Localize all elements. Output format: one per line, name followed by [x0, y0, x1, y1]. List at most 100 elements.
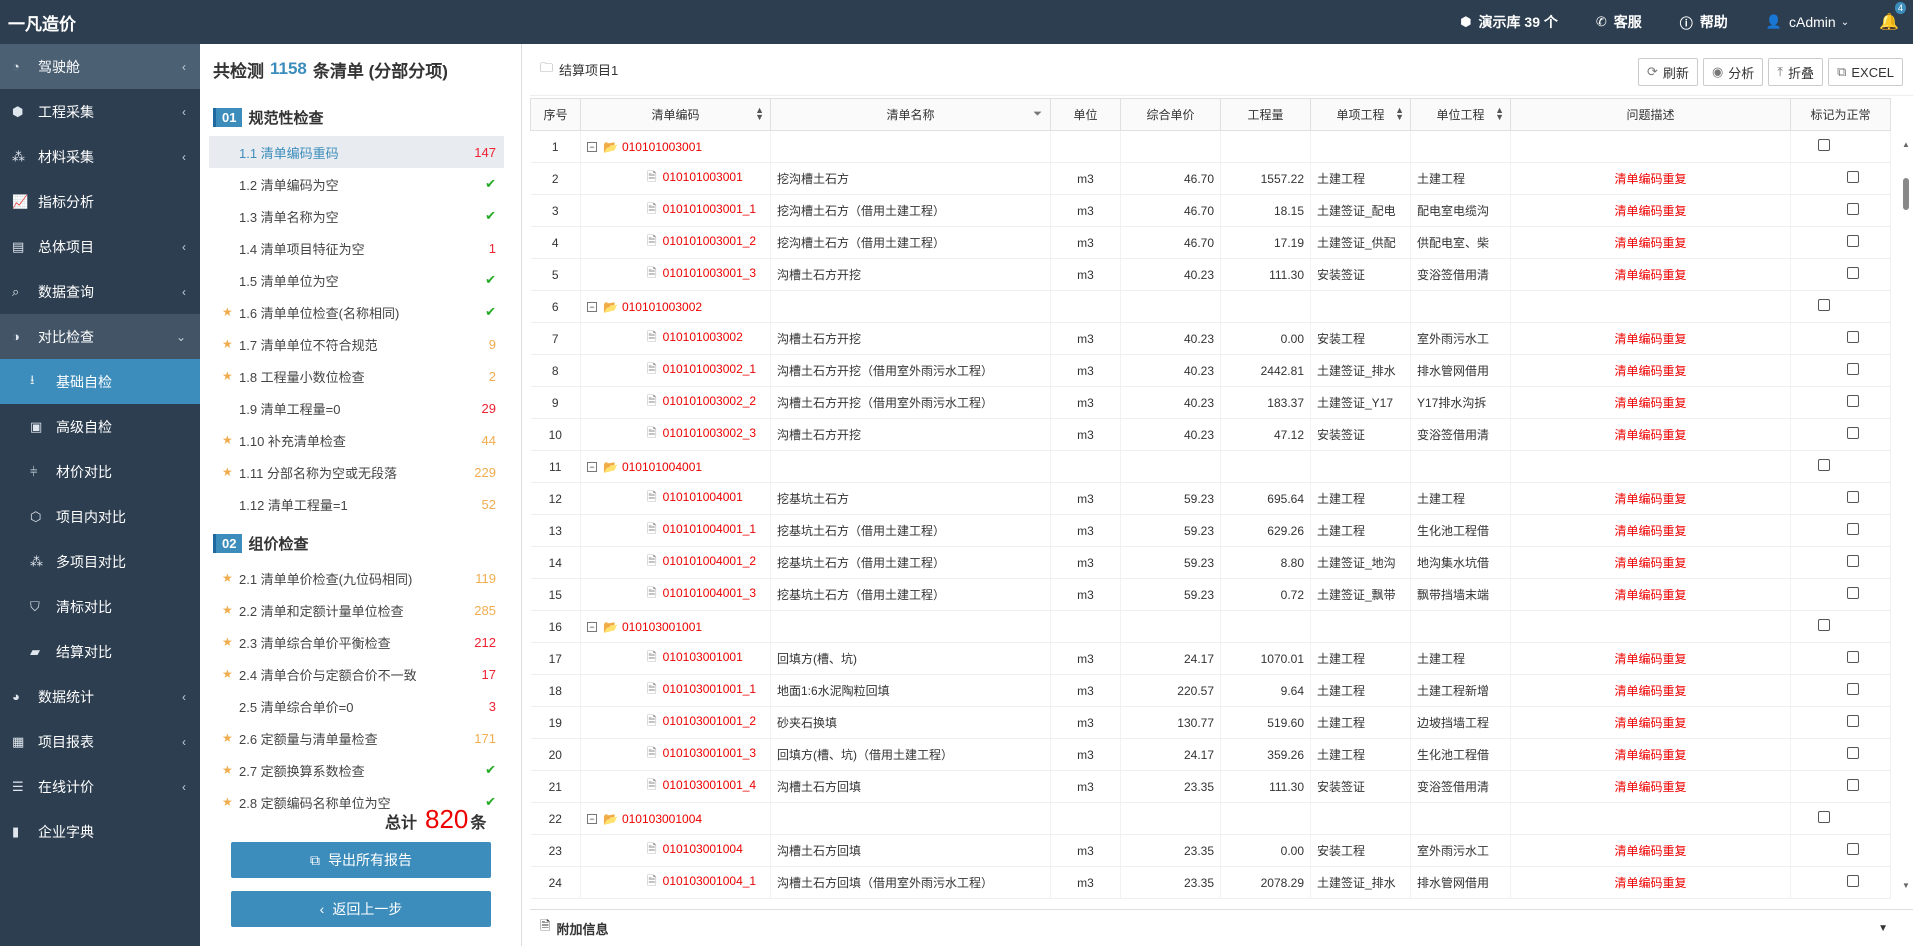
sidebar-item-0[interactable]: ◔ 驾驶舱 ‹ [0, 44, 200, 89]
column-header[interactable]: 单位 [1050, 98, 1121, 131]
sidebar-item-5[interactable]: ⌕ 数据查询 ‹ [0, 269, 200, 314]
refresh-button[interactable]: ⟳ 刷新 [1638, 58, 1698, 86]
mark-normal-checkbox[interactable] [1846, 395, 1859, 407]
collapse-icon[interactable]: − [587, 814, 597, 825]
check-item[interactable]: 1.1 清单编码重码 147 [209, 136, 504, 168]
table-row[interactable]: 3 🗎 010101003001_1 挖沟槽土石方（借用土建工程） m3 46.70 18.… [530, 194, 1891, 227]
mark-normal-checkbox[interactable] [1846, 779, 1859, 791]
mark-normal-checkbox[interactable] [1846, 651, 1859, 663]
filter-icon[interactable]: ⏷ [1033, 108, 1042, 121]
mark-normal-checkbox[interactable] [1817, 811, 1830, 823]
back-button[interactable]: ‹ 返回上一步 [231, 891, 491, 927]
sidebar-item-9[interactable]: ⫩ 材价对比 [0, 449, 200, 494]
table-row[interactable]: 20 🗎 010103001001_3 回填方(槽、坑)（借用土建工程） m3 24.17… [530, 738, 1891, 771]
sidebar-item-12[interactable]: ⛉ 清标对比 [0, 584, 200, 629]
sidebar-item-6[interactable]: ◑ 对比检查 ⌄ [0, 314, 200, 359]
mark-normal-checkbox[interactable] [1846, 235, 1859, 247]
group-row[interactable]: 1− 📂 010101003001 [530, 130, 1891, 163]
mark-normal-checkbox[interactable] [1846, 331, 1859, 343]
mark-normal-checkbox[interactable] [1846, 555, 1859, 567]
check-item[interactable]: 1.3 清单名称为空 ✔ [209, 200, 504, 232]
sidebar-item-10[interactable]: ⬡ 项目内对比 [0, 494, 200, 539]
check-item[interactable]: ★ 2.6 定额量与清单量检查 171 [209, 722, 504, 754]
table-row[interactable]: 14 🗎 010101004001_2 挖基坑土石方（借用土建工程） m3 59.23 8.… [530, 546, 1891, 579]
analyze-button[interactable]: ◉ 分析 [1702, 58, 1764, 86]
check-item[interactable]: 2.5 清单综合单价=0 3 [209, 690, 504, 722]
table-row[interactable]: 18 🗎 010103001001_1 地面1:6水泥陶粒回填 m3 220.57 9.64… [530, 674, 1891, 707]
check-item[interactable]: ★ 1.7 清单单位不符合规范 9 [209, 328, 504, 360]
mark-normal-checkbox[interactable] [1817, 139, 1830, 151]
mark-normal-checkbox[interactable] [1846, 843, 1859, 855]
sidebar-item-15[interactable]: ▦ 项目报表 ‹ [0, 719, 200, 764]
mark-normal-checkbox[interactable] [1817, 459, 1830, 471]
table-row[interactable]: 7 🗎 010101003002 沟槽土石方开挖 m3 40.23 0.00 安装工程 室外雨污… [530, 322, 1891, 355]
extra-info-bar[interactable]: 🗎 附加信息 ▼ [530, 909, 1913, 946]
scroll-down-icon[interactable]: ▼ [1902, 881, 1910, 890]
mark-normal-checkbox[interactable] [1846, 587, 1859, 599]
check-item[interactable]: ★ 1.6 清单单位检查(名称相同) ✔ [209, 296, 504, 328]
mark-normal-checkbox[interactable] [1846, 683, 1859, 695]
column-header[interactable]: 清单名称 ⏷ [770, 98, 1051, 131]
collapse-icon[interactable]: − [587, 622, 597, 633]
sort-icon[interactable]: ▲ ▼ [755, 106, 764, 122]
table-row[interactable]: 5 🗎 010101003001_3 沟槽土石方开挖 m3 40.23 111.30 安装签证… [530, 258, 1891, 291]
sidebar-item-8[interactable]: ▣ 高级自检 [0, 404, 200, 449]
check-item[interactable]: ★ 2.1 清单单价检查(九位码相同) 119 [209, 562, 504, 594]
mark-normal-checkbox[interactable] [1846, 171, 1859, 183]
table-row[interactable]: 21 🗎 010103001001_4 沟槽土石方回填 m3 23.35 111.30 安装签… [530, 770, 1891, 803]
check-item[interactable]: ★ 1.10 补充清单检查 44 [209, 424, 504, 456]
sidebar-item-3[interactable]: 📈 指标分析 [0, 179, 200, 224]
table-row[interactable]: 15 🗎 010101004001_3 挖基坑土石方（借用土建工程） m3 59.23 0.… [530, 578, 1891, 611]
group-row[interactable]: 16− 📂 010103001001 [530, 610, 1891, 643]
group-row[interactable]: 11− 📂 010101004001 [530, 450, 1891, 483]
table-row[interactable]: 24 🗎 010103001004_1 沟槽土石方回填（借用室外雨污水工程） m3 23.… [530, 866, 1891, 899]
column-header[interactable]: 工程量 [1220, 98, 1311, 131]
check-item[interactable]: 1.5 清单单位为空 ✔ [209, 264, 504, 296]
table-scrollbar[interactable]: ▲ ▼ [1899, 140, 1913, 890]
check-item[interactable]: 1.2 清单编码为空 ✔ [209, 168, 504, 200]
sidebar-item-17[interactable]: ▮ 企业字典 [0, 809, 200, 854]
help-menu[interactable]: ⓘ 帮助 [1680, 12, 1728, 32]
mark-normal-checkbox[interactable] [1817, 619, 1830, 631]
table-row[interactable]: 10 🗎 010101003002_3 沟槽土石方开挖 m3 40.23 47.12 安装签证… [530, 418, 1891, 451]
mark-normal-checkbox[interactable] [1846, 267, 1859, 279]
check-item[interactable]: ★ 2.3 清单综合单价平衡检查 212 [209, 626, 504, 658]
sidebar-item-1[interactable]: ⬢ 工程采集 ‹ [0, 89, 200, 134]
table-row[interactable]: 4 🗎 010101003001_2 挖沟槽土石方（借用土建工程） m3 46.70 17.… [530, 226, 1891, 259]
table-scroll-thumb[interactable] [1903, 178, 1909, 210]
sort-icon[interactable]: ▲ ▼ [1495, 106, 1504, 122]
check-item[interactable]: 1.12 清单工程量=1 52 [209, 488, 504, 520]
collapse-icon[interactable]: − [587, 462, 597, 473]
mark-normal-checkbox[interactable] [1846, 363, 1859, 375]
mark-normal-checkbox[interactable] [1846, 491, 1859, 503]
column-header[interactable]: 单位工程 ▲ ▼ [1410, 98, 1511, 131]
mark-normal-checkbox[interactable] [1846, 523, 1859, 535]
sidebar-item-11[interactable]: ⁂ 多项目对比 [0, 539, 200, 584]
sort-icon[interactable]: ▲ ▼ [1395, 106, 1404, 122]
sidebar-item-14[interactable]: ◕ 数据统计 ‹ [0, 674, 200, 719]
check-item[interactable]: 1.4 清单项目特征为空 1 [209, 232, 504, 264]
sidebar-item-4[interactable]: ▤ 总体项目 ‹ [0, 224, 200, 269]
check-item[interactable]: ★ 2.2 清单和定额计量单位检查 285 [209, 594, 504, 626]
table-row[interactable]: 9 🗎 010101003002_2 沟槽土石方开挖（借用室外雨污水工程） m3 40.2… [530, 386, 1891, 419]
check-item[interactable]: ★ 2.7 定额换算系数检查 ✔ [209, 754, 504, 786]
mark-normal-checkbox[interactable] [1846, 875, 1859, 887]
bell-icon[interactable]: 🔔 4 [1879, 2, 1906, 32]
table-row[interactable]: 12 🗎 010101004001 挖基坑土石方 m3 59.23 695.64 土建工程 土建… [530, 482, 1891, 515]
excel-button[interactable]: ⧉ EXCEL [1828, 58, 1903, 86]
repo-menu[interactable]: ⬢ 演示库 39 个 [1460, 12, 1558, 32]
table-row[interactable]: 2 🗎 010101003001 挖沟槽土石方 m3 46.70 1557.22 土建工程 土建… [530, 162, 1891, 195]
mark-normal-checkbox[interactable] [1846, 715, 1859, 727]
user-menu[interactable]: 👤 cAdmin ⌄ [1766, 14, 1849, 30]
check-item[interactable]: ★ 1.11 分部名称为空或无段落 229 [209, 456, 504, 488]
mark-normal-checkbox[interactable] [1846, 203, 1859, 215]
sidebar-item-13[interactable]: ▰ 结算对比 [0, 629, 200, 674]
group-row[interactable]: 6− 📂 010101003002 [530, 290, 1891, 323]
scroll-up-icon[interactable]: ▲ [1902, 140, 1910, 149]
collapse-icon[interactable]: − [587, 302, 597, 313]
check-item[interactable]: ★ 1.8 工程量小数位检查 2 [209, 360, 504, 392]
mark-normal-checkbox[interactable] [1817, 299, 1830, 311]
column-header[interactable]: 序号 [530, 98, 581, 131]
check-item[interactable]: 1.9 清单工程量=0 29 [209, 392, 504, 424]
table-row[interactable]: 8 🗎 010101003002_1 沟槽土石方开挖（借用室外雨污水工程） m3 40.2… [530, 354, 1891, 387]
